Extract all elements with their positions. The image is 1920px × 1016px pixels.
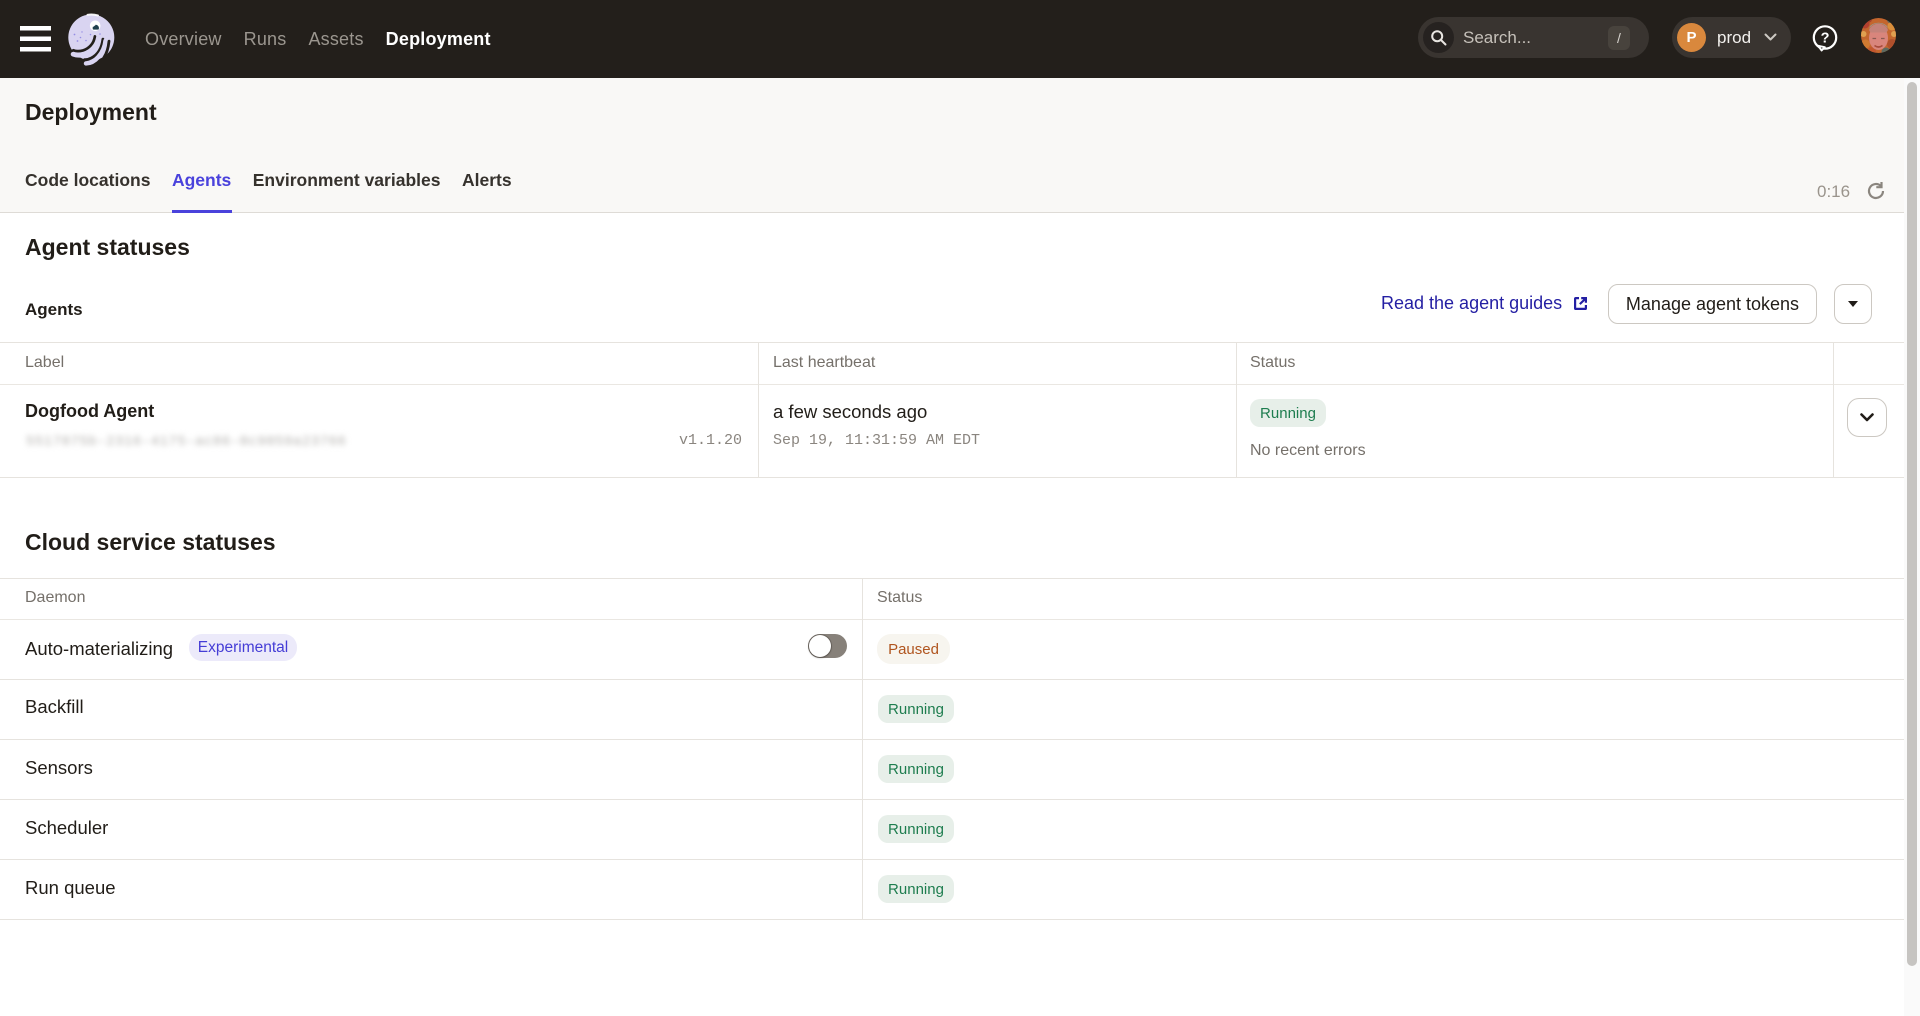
svg-text:?: ? (1821, 31, 1830, 47)
